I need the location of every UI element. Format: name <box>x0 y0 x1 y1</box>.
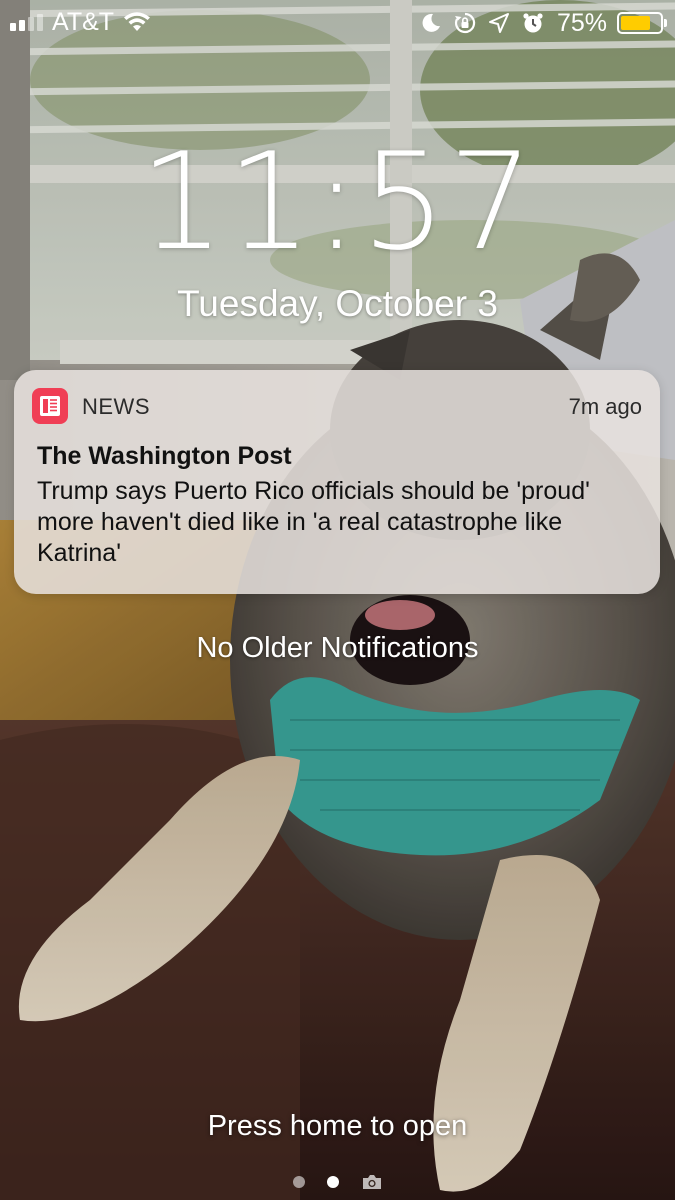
carrier-name: AT&T <box>52 8 115 36</box>
notification-title: The Washington Post <box>37 442 292 470</box>
location-icon <box>488 13 509 33</box>
alarm-icon <box>523 13 543 33</box>
press-home-hint: Press home to open <box>207 1110 468 1142</box>
notification-timestamp: 7m ago <box>568 394 642 419</box>
rotation-lock-icon <box>454 12 476 34</box>
news-notification-card[interactable]: NEWS 7m ago The Washington Post Trump sa… <box>14 370 660 594</box>
lock-screen-date: Tuesday, October 3 <box>177 283 498 324</box>
page-dot-2-active[interactable] <box>326 1176 339 1188</box>
notification-app-name: NEWS <box>82 394 150 419</box>
notification-body: Trump says Puerto Rico officials should … <box>37 477 590 567</box>
lock-screen-time: 11:57 <box>139 124 536 280</box>
status-icons-group: 75% <box>419 8 667 38</box>
notification-header: NEWS 7m ago <box>32 388 644 424</box>
no-older-notifications-label: No Older Notifications <box>196 632 479 664</box>
signal-strength-icon <box>10 13 43 31</box>
battery-icon <box>617 12 667 34</box>
battery-fill <box>621 16 650 30</box>
camera-icon[interactable] <box>361 1173 383 1191</box>
do-not-disturb-icon <box>422 13 440 32</box>
status-bar: AT&T 75% <box>0 0 675 44</box>
wifi-icon <box>124 12 150 31</box>
news-app-icon <box>32 388 68 424</box>
page-indicator[interactable] <box>0 1172 675 1192</box>
battery-percentage: 75% <box>556 9 607 37</box>
news-glyph-icon <box>40 396 60 416</box>
page-dot-1[interactable] <box>292 1176 305 1188</box>
